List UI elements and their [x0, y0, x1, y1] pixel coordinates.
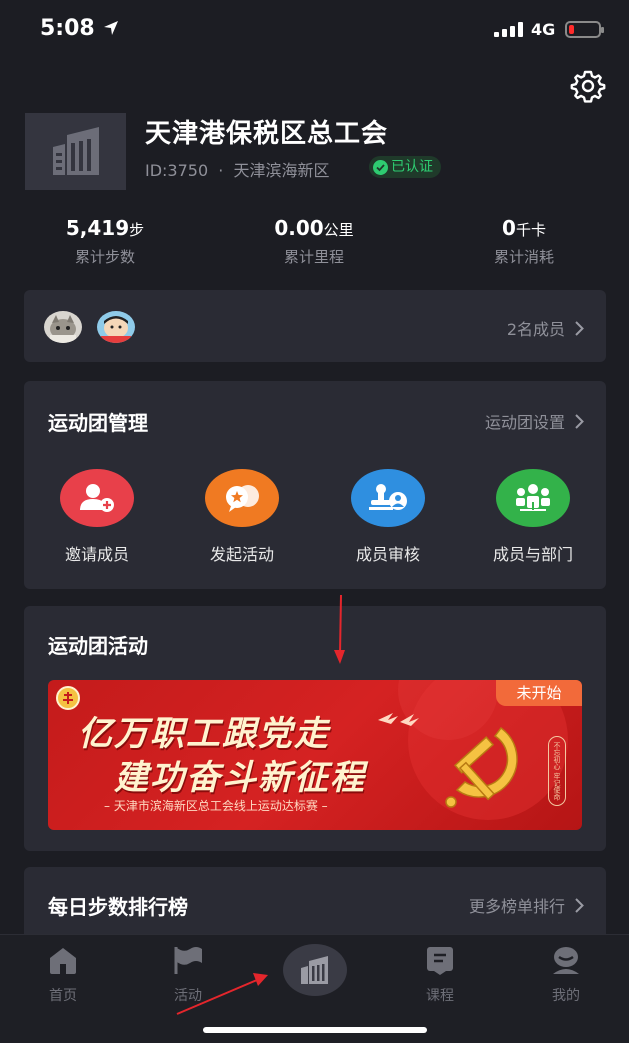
members-count: 2名成员: [506, 320, 565, 339]
stat-distance-label: 累计里程: [283, 248, 344, 266]
tab-home-label: 首页: [49, 988, 77, 1004]
member-avatar[interactable]: [97, 311, 135, 343]
verified-badge: 已认证: [369, 156, 441, 178]
tab-profile-label: 我的: [552, 988, 580, 1004]
org-meta-separator: ·: [218, 161, 224, 180]
flag-icon: [174, 947, 202, 974]
tab-home[interactable]: 首页: [23, 945, 103, 1005]
tab-profile[interactable]: 我的: [526, 945, 606, 1005]
stat-distance-value: 0.00: [274, 216, 324, 240]
org-name: 天津港保税区总工会: [145, 119, 389, 149]
members-card[interactable]: 2名成员: [24, 290, 606, 362]
stat-distance: 0.00公里 累计里程: [234, 216, 394, 267]
activity-banner[interactable]: 亿万职工跟党走 建功奋斗新征程 – 天津市滨海新区总工会线上运动达标赛 – 不忘…: [48, 680, 582, 830]
banner-subtitle: – 天津市滨海新区总工会线上运动达标赛 –: [104, 799, 328, 813]
chevron-right-icon: [575, 320, 584, 336]
team-settings-label: 运动团设置: [484, 413, 565, 432]
trade-union-logo: [56, 686, 80, 710]
member-review-button[interactable]: 成员审核: [323, 469, 453, 565]
stat-calories: 0千卡 累计消耗: [444, 216, 604, 267]
ranking-title: 每日步数排行榜: [48, 895, 188, 919]
stat-distance-unit: 公里: [323, 221, 354, 239]
members-departments-label: 成员与部门: [492, 545, 573, 564]
tab-activity[interactable]: 活动: [148, 945, 228, 1005]
activity-status-badge: 未开始: [496, 680, 582, 706]
management-title: 运动团管理: [48, 411, 148, 435]
invite-members-button[interactable]: 邀请成员: [32, 469, 162, 565]
building-icon: [301, 956, 328, 984]
tab-bar: 首页 活动 课程 我的: [0, 934, 629, 1043]
chevron-right-icon: [575, 897, 584, 913]
banner-headline-1: 亿万职工跟党走: [78, 714, 330, 754]
tab-activity-label: 活动: [174, 988, 202, 1004]
chevron-right-icon: [575, 413, 584, 429]
gear-icon: [570, 70, 606, 103]
chat-bubbles-icon: [205, 469, 279, 527]
status-time: 5:08: [40, 16, 95, 41]
battery-icon: [565, 21, 604, 38]
check-icon: [373, 159, 388, 175]
stamp-icon: [351, 469, 425, 527]
tab-courses[interactable]: 课程: [400, 945, 480, 1005]
cellular-signal-icon: [494, 22, 523, 37]
location-arrow-icon: [104, 21, 118, 35]
status-bar: 5:08 4G: [0, 0, 629, 60]
add-user-icon: [60, 469, 134, 527]
org-id: ID:3750: [145, 161, 209, 180]
invite-members-label: 邀请成员: [64, 545, 129, 564]
tab-team[interactable]: [283, 944, 347, 996]
org-region: 天津滨海新区: [233, 161, 330, 180]
stat-calories-label: 累计消耗: [493, 248, 554, 266]
members-count-link[interactable]: 2名成员: [507, 316, 584, 340]
verified-label: 已认证: [391, 159, 433, 175]
more-rankings-label: 更多榜单排行: [468, 897, 565, 916]
book-icon: [427, 947, 453, 975]
stat-steps: 5,419步 累计步数: [25, 216, 185, 267]
tab-courses-label: 课程: [426, 988, 454, 1004]
activities-card: 运动团活动 亿万职工跟党走 建功奋斗新征程 – 天津市滨海新区总工会线上运动达标…: [24, 606, 606, 851]
stat-steps-value: 5,419: [65, 216, 130, 240]
org-logo: [25, 113, 126, 190]
org-meta: ID:3750 · 天津滨海新区: [145, 157, 329, 181]
banner-headline-2: 建功奋斗新征程: [114, 758, 366, 798]
building-icon: [53, 127, 99, 175]
group-icon: [496, 469, 570, 527]
activities-title: 运动团活动: [48, 634, 148, 658]
team-settings-link[interactable]: 运动团设置: [485, 409, 584, 433]
members-departments-button[interactable]: 成员与部门: [468, 469, 598, 565]
home-icon: [50, 948, 76, 974]
banner-vertical-text: 不忘初心 牢记使命: [548, 736, 566, 806]
profile-icon: [553, 947, 579, 974]
launch-activity-button[interactable]: 发起活动: [177, 469, 307, 565]
network-type: 4G: [531, 20, 556, 39]
stat-calories-value: 0: [502, 216, 516, 240]
stat-steps-label: 累计步数: [74, 248, 135, 266]
settings-button[interactable]: [570, 68, 606, 104]
more-rankings-link[interactable]: 更多榜单排行: [469, 893, 584, 917]
member-review-label: 成员审核: [355, 545, 420, 564]
member-avatar[interactable]: [44, 311, 82, 343]
home-indicator: [203, 1027, 427, 1033]
stat-calories-unit: 千卡: [515, 221, 546, 239]
launch-activity-label: 发起活动: [209, 545, 274, 564]
stat-steps-unit: 步: [129, 221, 145, 239]
management-card: 运动团管理 运动团设置 邀请成员 发起活动 成员审核 成员与部门: [24, 381, 606, 589]
